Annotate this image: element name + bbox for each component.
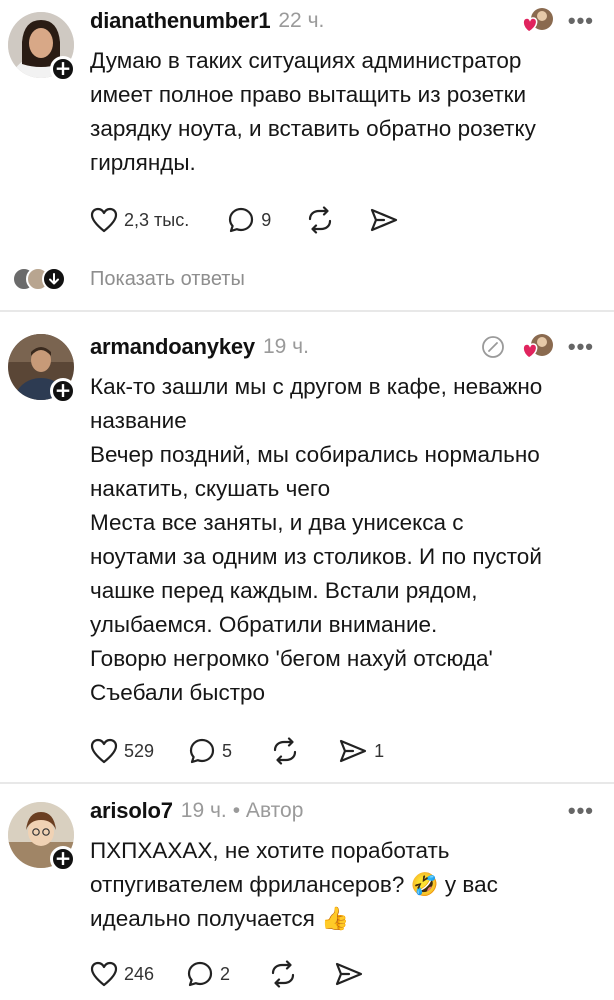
repost-button[interactable] <box>270 737 300 765</box>
username[interactable]: armandoanykey <box>90 334 255 360</box>
liked-by-author-icon <box>522 334 553 359</box>
comment-line: имеет полное право вытащить из розетки <box>90 82 527 107</box>
header-actions: ••• <box>520 6 594 36</box>
chevron-down-icon <box>49 273 59 285</box>
follow-plus-badge[interactable]: + <box>50 846 76 872</box>
like-count: 246 <box>124 963 155 984</box>
comment-line: улыбаемся. Обратили внимание. <box>90 612 438 637</box>
username[interactable]: dianathenumber1 <box>90 8 271 34</box>
comment-2: + armandoanykey 19 ч. ••• Как-то зашли м… <box>0 312 614 780</box>
like-count: 2,3 тыс. <box>124 209 190 230</box>
author-tag: • Автор <box>232 799 304 822</box>
follow-plus-badge[interactable]: + <box>50 378 76 404</box>
reply-count: 5 <box>222 740 233 761</box>
comment-line: чашке перед каждым. Встали рядом, <box>90 578 478 603</box>
reply-bubble-icon <box>189 738 215 764</box>
comment-text: Как-то зашли мы с другом в кафе, неважно… <box>90 370 596 710</box>
repost-icon <box>271 960 295 988</box>
comment-line: отпугивателем фрилансеров? 🤣 у вас <box>90 872 498 897</box>
comment-actions: 2,3 тыс. 9 <box>90 203 421 237</box>
like-button[interactable]: 2,3 тыс. <box>90 207 189 233</box>
header-actions: ••• <box>568 800 594 822</box>
reply-bubble-icon <box>229 207 254 233</box>
comment-line: Как-то зашли мы с другом в кафе, неважно <box>90 374 543 399</box>
comment-line: название <box>90 408 187 433</box>
more-options-icon[interactable]: ••• <box>568 336 594 358</box>
header-actions: ••• <box>480 332 594 362</box>
more-options-icon[interactable]: ••• <box>568 10 594 32</box>
show-replies-label: Показать ответы <box>90 267 245 290</box>
comment-line: Вечер поздний, мы собирались нормально <box>90 442 540 467</box>
comment-line: Думаю в таких ситуациях администратор <box>90 48 522 73</box>
comment-line: Говорю негромко 'бегом нахуй отсюда' <box>90 646 493 671</box>
send-icon <box>339 739 367 763</box>
reply-button[interactable]: 2 <box>186 960 230 988</box>
heart-icon <box>90 738 118 764</box>
avatar-armandoanykey[interactable]: + <box>8 334 78 404</box>
share-button[interactable] <box>334 961 364 987</box>
repost-icon <box>309 206 332 234</box>
reply-bubble-icon <box>187 961 213 987</box>
comment-line: идеально получается 👍 <box>90 906 350 931</box>
repost-button[interactable] <box>305 206 335 234</box>
send-icon <box>371 208 398 232</box>
comment-3: + arisolo7 19 ч. • Автор ••• ПХПХАХАХ, н… <box>0 784 614 1000</box>
like-button[interactable]: 529 <box>90 738 154 764</box>
comment-line: зарядку ноута, и вставить обратно розетк… <box>90 116 536 141</box>
heart-icon <box>90 961 118 987</box>
comment-line: ПХПХАХАХ, не хотите поработать <box>90 838 450 863</box>
show-replies-button[interactable]: Показать ответы <box>12 262 245 296</box>
comment-line: Места все заняты, и два унисекса с <box>90 510 464 535</box>
edited-icon <box>481 336 504 358</box>
repost-icon <box>273 737 297 765</box>
comment-text: Думаю в таких ситуациях администратор им… <box>90 44 596 180</box>
username[interactable]: arisolo7 <box>90 798 173 824</box>
liked-by-author-icon <box>522 8 553 33</box>
comment-1: + dianathenumber1 22 ч. ••• Думаю в таки… <box>0 0 614 310</box>
more-options-icon[interactable]: ••• <box>568 800 594 822</box>
like-button[interactable]: 246 <box>90 961 154 987</box>
share-button[interactable]: 1 <box>338 738 384 764</box>
timestamp: 22 ч. <box>278 9 325 32</box>
share-count: 1 <box>374 740 385 761</box>
follow-plus-badge[interactable]: + <box>50 56 76 82</box>
heart-icon <box>90 207 118 233</box>
comment-header: arisolo7 19 ч. • Автор ••• <box>90 794 594 828</box>
comment-line: гирлянды. <box>90 150 196 175</box>
comment-actions: 246 2 <box>90 957 386 991</box>
avatar-arisolo7[interactable]: + <box>8 802 78 872</box>
comment-line: накатить, скушать чего <box>90 476 331 501</box>
avatar-dianathenumber1[interactable]: + <box>8 12 78 82</box>
repost-button[interactable] <box>268 960 298 988</box>
reply-count: 9 <box>261 209 272 230</box>
comment-text: ПХПХАХАХ, не хотите поработать отпугиват… <box>90 834 596 936</box>
timestamp: 19 ч. <box>262 335 309 358</box>
comment-header: dianathenumber1 22 ч. ••• <box>90 4 594 38</box>
send-icon <box>335 962 363 986</box>
reply-avatars <box>12 266 74 292</box>
reply-button[interactable]: 9 <box>227 206 271 234</box>
comment-line: Съебали быстро <box>90 680 266 705</box>
comment-line: ноутами за одним из столиков. И по пусто… <box>90 544 542 569</box>
comment-header: armandoanykey 19 ч. ••• <box>90 330 594 364</box>
reply-button[interactable]: 5 <box>188 737 232 765</box>
like-count: 529 <box>124 740 155 761</box>
reply-count: 2 <box>220 963 231 984</box>
share-button[interactable] <box>369 207 399 233</box>
timestamp: 19 ч. <box>180 799 227 822</box>
comment-actions: 529 5 1 <box>90 734 406 768</box>
